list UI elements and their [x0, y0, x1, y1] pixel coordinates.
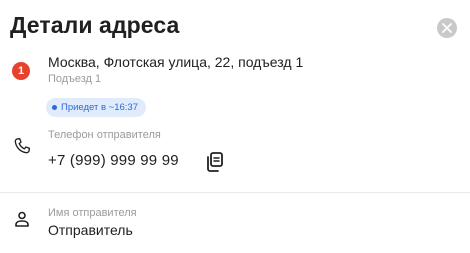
sender-name: Отправитель: [48, 222, 133, 238]
person-icon: [15, 211, 29, 227]
phone-label: Телефон отправителя: [48, 129, 161, 141]
eta-badge: Приедет в ~16:37: [46, 98, 147, 117]
sender-label: Имя отправителя: [48, 207, 137, 219]
close-icon: [442, 23, 452, 33]
eta-text: Приедет в ~16:37: [61, 102, 139, 113]
phone-icon: [14, 138, 31, 154]
address-details-header: Детали адреса: [10, 8, 460, 48]
point-number-badge: 1: [12, 62, 30, 80]
address-entrance: Подъезд 1: [48, 73, 102, 85]
address-text: Москва, Флотская улица, 22, подъезд 1: [48, 54, 304, 70]
copy-icon[interactable]: [205, 151, 225, 173]
close-button[interactable]: [437, 18, 457, 38]
phone-number: +7 (999) 999 99 99: [48, 152, 179, 169]
eta-dot-icon: [52, 105, 57, 110]
page-title: Детали адреса: [10, 12, 180, 38]
section-divider: [0, 192, 470, 193]
phone-row: Телефон отправителя +7 (999) 999 99 99: [0, 124, 470, 180]
address-row: 1 Москва, Флотская улица, 22, подъезд 1 …: [0, 52, 470, 124]
sender-row: Имя отправителя Отправитель: [0, 200, 470, 246]
